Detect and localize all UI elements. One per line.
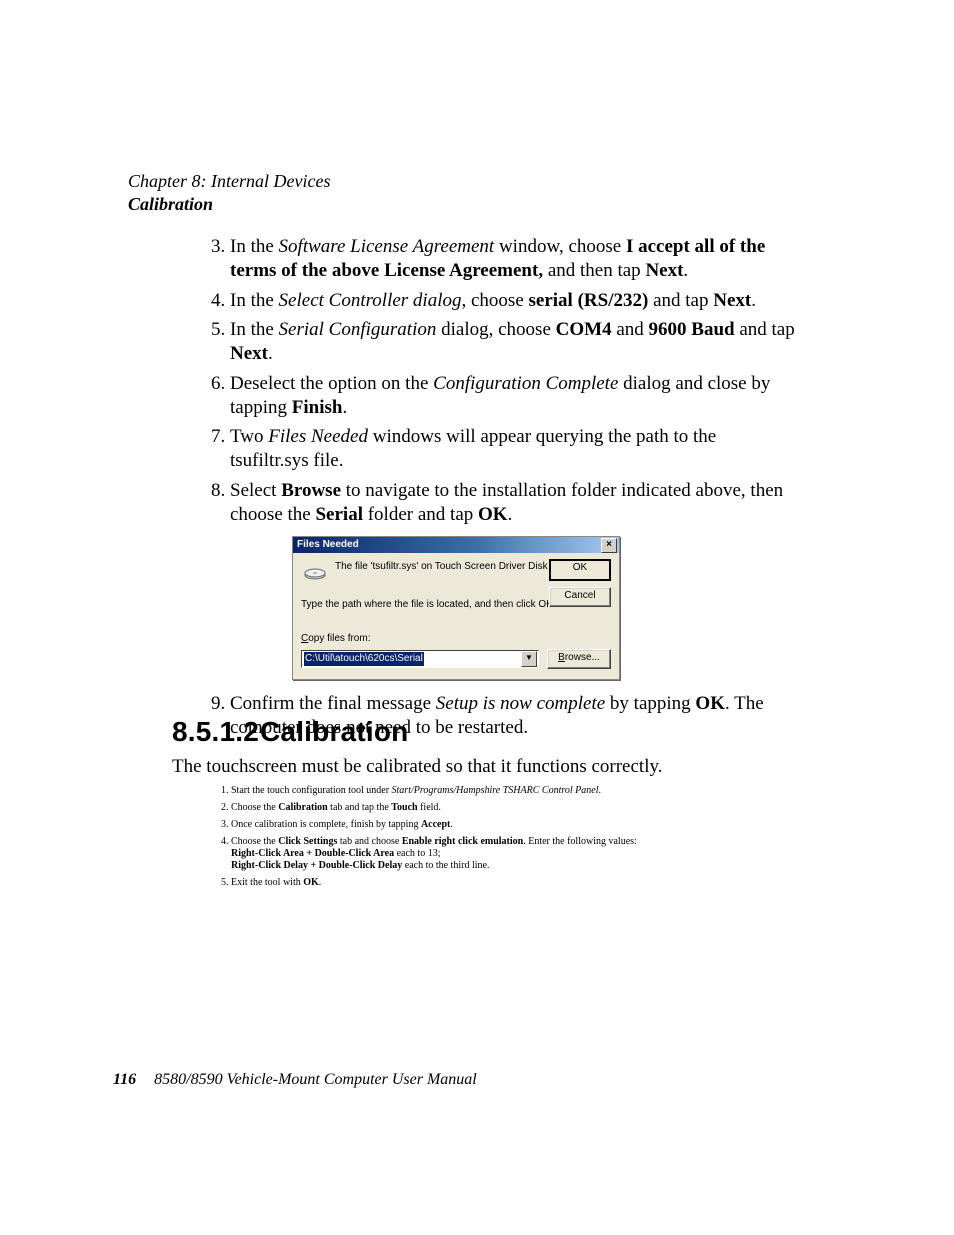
dialog-window: Files Needed × The file 'tsufiltr.sys' o… — [292, 536, 620, 680]
files-needed-dialog: Files Needed × The file 'tsufiltr.sys' o… — [292, 536, 795, 680]
chapter-label: Chapter 8: Internal Devices — [128, 170, 330, 193]
steps-list-1: In the Software License Agreement window… — [195, 235, 795, 739]
copy-from-label: Copy files from: — [301, 633, 611, 646]
dialog-title: Files Needed — [297, 539, 359, 552]
disk-icon — [303, 563, 327, 581]
step-3: In the Software License Agreement window… — [230, 235, 795, 283]
cal-step-2: Choose the Calibration tab and tap the T… — [231, 802, 812, 814]
page: Chapter 8: Internal Devices Calibration … — [0, 0, 954, 1235]
page-number: 116 — [113, 1071, 136, 1088]
dialog-titlebar: Files Needed × — [293, 537, 619, 553]
step-8: Select Browse to navigate to the install… — [230, 479, 795, 680]
cal-step-5: Exit the tool with OK. — [231, 877, 812, 889]
cal-step-3: Once calibration is complete, finish by … — [231, 819, 812, 831]
cancel-button[interactable]: Cancel — [549, 587, 611, 607]
cal-step-1: Start the touch configuration tool under… — [231, 785, 812, 797]
ok-button[interactable]: OK — [549, 559, 611, 581]
section-label: Calibration — [128, 193, 330, 216]
step-6: Deselect the option on the Configuration… — [230, 372, 795, 420]
step-5: In the Serial Configuration dialog, choo… — [230, 318, 795, 366]
path-input[interactable]: C:\Util\atouch\620cs\Serial ▼ — [301, 650, 539, 668]
manual-title: 8580/8590 Vehicle-Mount Computer User Ma… — [154, 1071, 477, 1088]
cal-step-4: Choose the Click Settings tab and choose… — [231, 836, 812, 872]
close-icon[interactable]: × — [601, 538, 617, 553]
running-header: Chapter 8: Internal Devices Calibration — [128, 170, 330, 215]
page-footer: 116 8580/8590 Vehicle-Mount Computer User… — [113, 1070, 477, 1090]
section-calibration: 8.5.1.2Calibration The touchscreen must … — [172, 714, 812, 894]
section-intro: The touchscreen must be calibrated so th… — [172, 755, 812, 779]
dialog-body: The file 'tsufiltr.sys' on Touch Screen … — [293, 553, 619, 679]
steps-list-2: Start the touch configuration tool under… — [196, 785, 812, 889]
main-content: In the Software License Agreement window… — [195, 235, 795, 745]
section-heading: 8.5.1.2Calibration — [172, 714, 812, 749]
step-7: Two Files Needed windows will appear que… — [230, 425, 795, 473]
browse-button[interactable]: Browse... — [547, 649, 611, 669]
step-4: In the Select Controller dialog, choose … — [230, 289, 795, 313]
path-value: C:\Util\atouch\620cs\Serial — [304, 652, 424, 666]
dropdown-icon[interactable]: ▼ — [521, 651, 537, 667]
